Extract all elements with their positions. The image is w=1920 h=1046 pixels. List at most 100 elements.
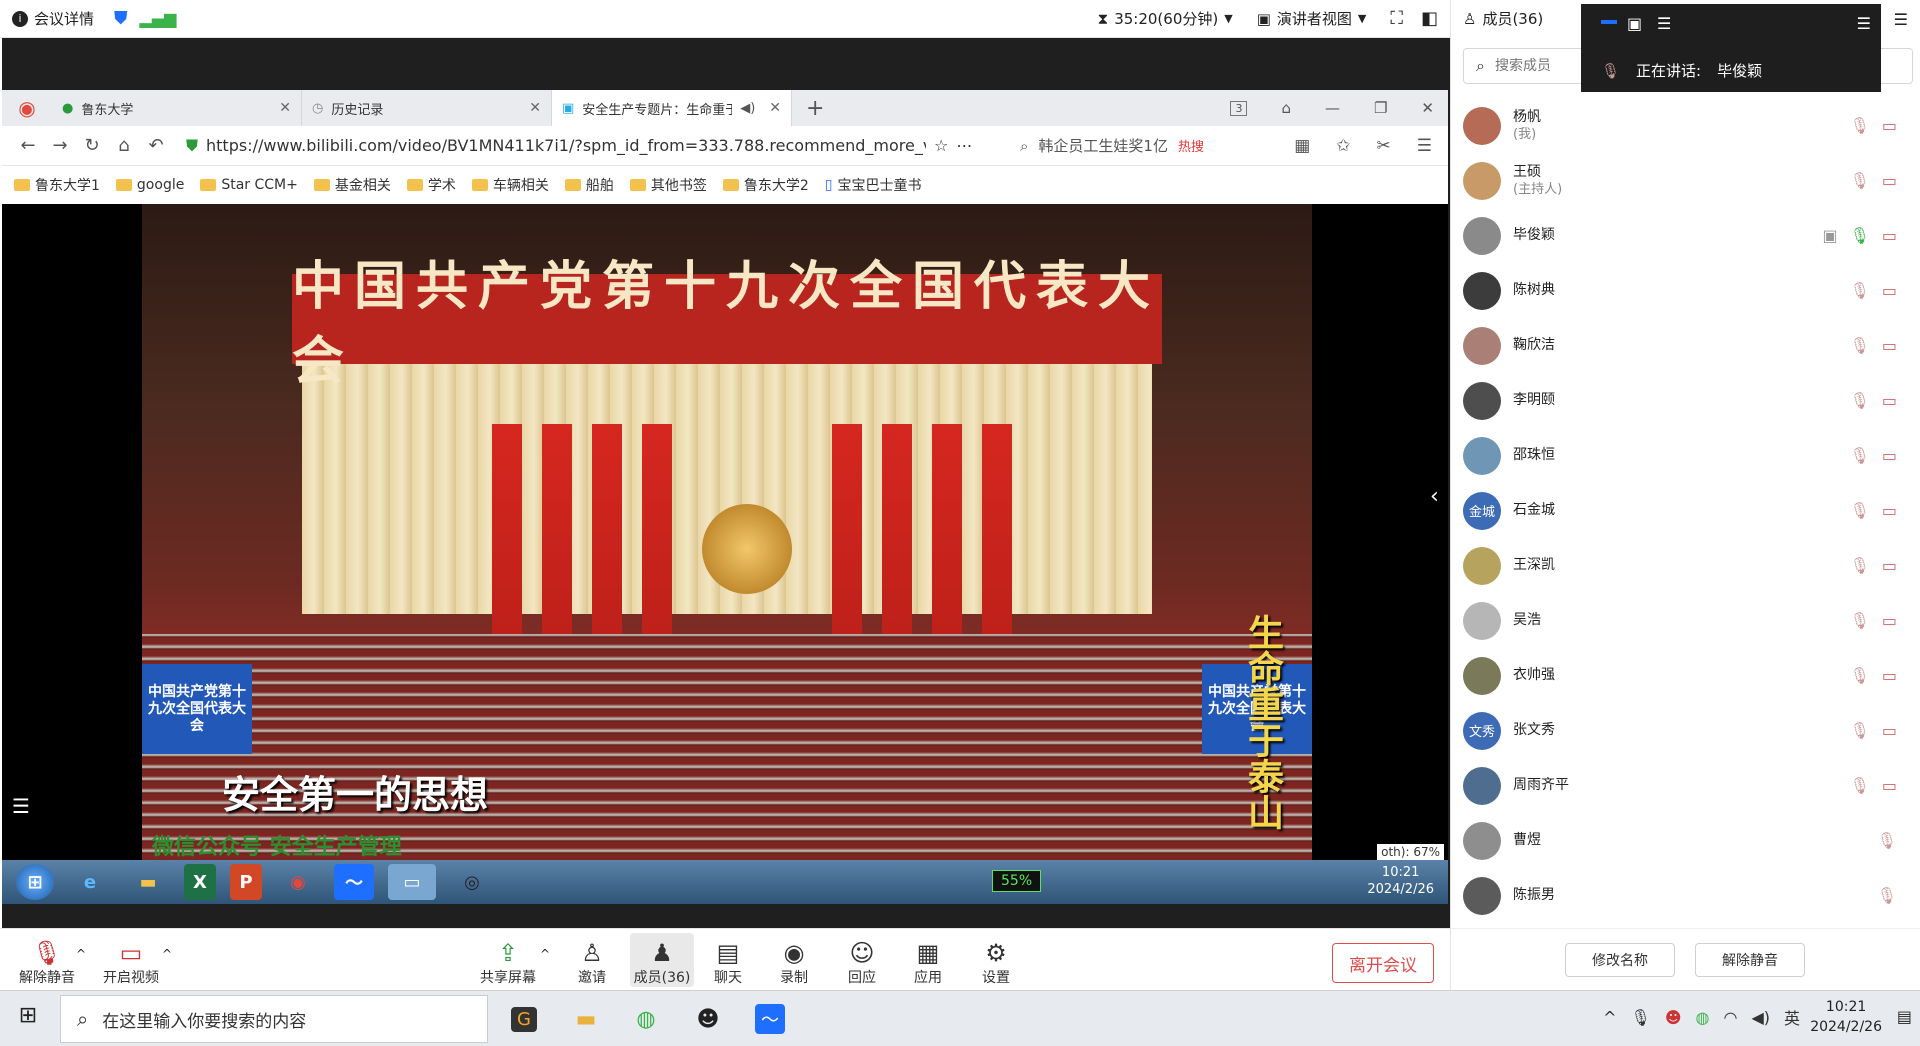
record-button[interactable]: ◉ 录制 [762, 933, 826, 987]
unmute-all-button[interactable]: 解除静音 [1695, 943, 1805, 977]
shirt-icon[interactable]: ⌂ [1281, 99, 1291, 117]
undo-icon[interactable]: ↶ [140, 135, 172, 156]
meeting-timer[interactable]: ⧗ 35:20(60分钟) ▼ [1098, 8, 1233, 29]
star-icon[interactable]: ☆ [934, 136, 948, 155]
ie-icon[interactable]: e [68, 864, 112, 900]
member-row[interactable]: 毕俊颖 ▣ 🎙 ▭ [1463, 208, 1913, 263]
browser-icon[interactable]: ◉ [276, 864, 320, 900]
chat-button[interactable]: ▤ 聊天 [696, 933, 760, 987]
chevron-up-icon[interactable]: ^ [1603, 1008, 1616, 1027]
chevron-up-icon[interactable]: ^ [540, 947, 550, 961]
member-row[interactable]: 金城 石金城 🎙 ▭ [1463, 483, 1913, 538]
list-icon[interactable]: ☰ [1657, 14, 1671, 33]
reactions-button[interactable]: ☺ 回应 [830, 933, 894, 987]
signal-icon[interactable]: ▂▄▆ [140, 9, 177, 28]
camera-off-icon[interactable]: ▭ [1882, 776, 1897, 795]
file-explorer-icon[interactable]: ▬ [560, 997, 612, 1041]
camera-off-icon[interactable]: ▭ [1882, 556, 1897, 575]
chevron-up-icon[interactable]: ^ [162, 947, 172, 961]
member-row[interactable]: 陈振男 🎙 [1463, 868, 1913, 923]
view-mode-dropdown[interactable]: ▣ 演讲者视图 ▼ [1257, 8, 1367, 29]
ime-indicator[interactable]: 英 [1784, 1005, 1800, 1029]
home-icon[interactable]: ⌂ [108, 135, 140, 156]
camera-off-icon[interactable]: ▭ [1882, 281, 1897, 300]
mic-muted-icon[interactable]: 🎙 [1850, 776, 1870, 795]
mic-muted-icon[interactable]: 🎙 [1850, 501, 1870, 520]
rename-button[interactable]: 修改名称 [1565, 943, 1675, 977]
member-row[interactable]: 邵珠恒 🎙 ▭ [1463, 428, 1913, 483]
browser-search-box[interactable]: ⌕ 韩企员工生娃奖1亿 热搜 [1020, 135, 1204, 156]
collapse-icon[interactable]: ☰ [1857, 14, 1871, 33]
back-icon[interactable]: ← [12, 135, 44, 156]
camera-off-icon[interactable]: ▭ [1882, 611, 1897, 630]
restore-icon[interactable]: ❐ [1374, 99, 1387, 117]
minimize-icon[interactable]: — [1325, 99, 1340, 117]
panel-menu-icon[interactable]: ☰ [1894, 10, 1908, 29]
meeting-info-button[interactable]: i 会议详情 [12, 8, 94, 29]
meeting-app-icon[interactable]: 〜 [334, 864, 374, 900]
remote-desktop-icon[interactable]: ▭ [388, 864, 436, 900]
member-row[interactable]: 王深凯 🎙 ▭ [1463, 538, 1913, 593]
member-row[interactable]: 周雨齐平 🎙 ▭ [1463, 758, 1913, 813]
shield-icon[interactable]: ⛊ [114, 8, 128, 29]
mic-icon[interactable]: 🎙 [1631, 1008, 1651, 1027]
windows-start-icon[interactable]: ⊞ [16, 864, 54, 900]
chevron-up-icon[interactable]: ^ [76, 947, 86, 961]
headset-icon[interactable]: ◎ [450, 864, 494, 900]
mic-muted-icon[interactable]: 🎙 [1850, 281, 1870, 300]
bookmark-item[interactable]: 车辆相关 [471, 175, 549, 195]
powerpoint-icon[interactable]: P [230, 864, 262, 900]
browser-logo-icon[interactable]: ◉ [2, 96, 52, 120]
unmute-button[interactable]: 🎙 解除静音 [14, 933, 80, 987]
mic-muted-icon[interactable]: 🎙 [1850, 116, 1870, 135]
member-row[interactable]: 吴浩 🎙 ▭ [1463, 593, 1913, 648]
bookmark-item[interactable]: 船舶 [564, 175, 614, 195]
close-icon[interactable]: ✕ [279, 100, 291, 116]
bookmark-item[interactable]: 基金相关 [313, 175, 391, 195]
mic-muted-icon[interactable]: 🎙 [1850, 391, 1870, 410]
bookmark-item[interactable]: ▯ 宝宝巴士童书 [825, 175, 922, 195]
apps-grid-icon[interactable]: ▦ [1294, 136, 1310, 156]
minimize-icon[interactable] [1601, 20, 1617, 24]
settings-button[interactable]: ⚙ 设置 [964, 933, 1028, 987]
camera-off-icon[interactable]: ▭ [1882, 391, 1897, 410]
taskbar-clock[interactable]: 10:21 2024/2/26 [1810, 997, 1882, 1037]
taskbar-search[interactable]: ⌕ 在这里输入你要搜索的内容 [60, 995, 488, 1043]
share-screen-button[interactable]: ⇪ 共享屏幕 [476, 933, 540, 987]
apps-button[interactable]: ▦ 应用 [896, 933, 960, 987]
chevron-left-icon[interactable]: ‹ [1430, 484, 1439, 509]
camera-off-icon[interactable]: ▭ [1882, 501, 1897, 520]
qq-tray-icon[interactable]: ☻ [1665, 1008, 1682, 1027]
more-icon[interactable]: ⋯ [956, 136, 972, 155]
start-video-button[interactable]: ▭ 开启视频 [98, 933, 164, 987]
windows-start-icon[interactable]: ⊞ [12, 1003, 44, 1035]
camera-off-icon[interactable]: ▭ [1882, 666, 1897, 685]
mic-muted-icon[interactable]: 🎙 [1850, 666, 1870, 685]
member-row[interactable]: 杨帆 (我) 🎙 ▭ [1463, 98, 1913, 153]
menu-icon[interactable]: ☰ [1417, 136, 1432, 156]
camera-off-icon[interactable]: ▭ [1882, 226, 1897, 245]
camera-off-icon[interactable]: ▭ [1882, 116, 1897, 135]
bookmark-item[interactable]: google [115, 177, 184, 193]
new-tab-icon[interactable]: + [806, 96, 824, 121]
mic-on-icon[interactable]: 🎙 [1850, 226, 1870, 245]
bookmark-item[interactable]: 其他书签 [629, 175, 707, 195]
mic-muted-icon[interactable]: 🎙 [1877, 831, 1897, 850]
sidebar-toggle-icon[interactable]: ◧ [1421, 8, 1438, 29]
browser-tab-video[interactable]: ▣ 安全生产专题片：生命重于 ◀) ✕ [552, 90, 792, 126]
member-row[interactable]: 李明颐 🎙 ▭ [1463, 373, 1913, 428]
excel-icon[interactable]: X [184, 864, 216, 900]
camera-off-icon[interactable]: ▭ [1882, 446, 1897, 465]
mic-muted-icon[interactable]: 🎙 [1850, 611, 1870, 630]
member-row[interactable]: 陈树典 🎙 ▭ [1463, 263, 1913, 318]
close-icon[interactable]: ✕ [769, 100, 781, 116]
meeting-app-icon[interactable]: 〜 [744, 997, 796, 1041]
bookmark-item[interactable]: 鲁东大学2 [722, 175, 809, 195]
mic-muted-icon[interactable]: 🎙 [1850, 446, 1870, 465]
speaker-icon[interactable]: ◀) [1751, 1008, 1770, 1027]
leave-meeting-button[interactable]: 离开会议 [1332, 943, 1434, 983]
member-row[interactable]: 鞠欣洁 🎙 ▭ [1463, 318, 1913, 373]
bookmark-item[interactable]: 学术 [406, 175, 456, 195]
members-button[interactable]: ♟ 成员(36) [630, 933, 694, 987]
member-row[interactable]: 文秀 张文秀 🎙 ▭ [1463, 703, 1913, 758]
